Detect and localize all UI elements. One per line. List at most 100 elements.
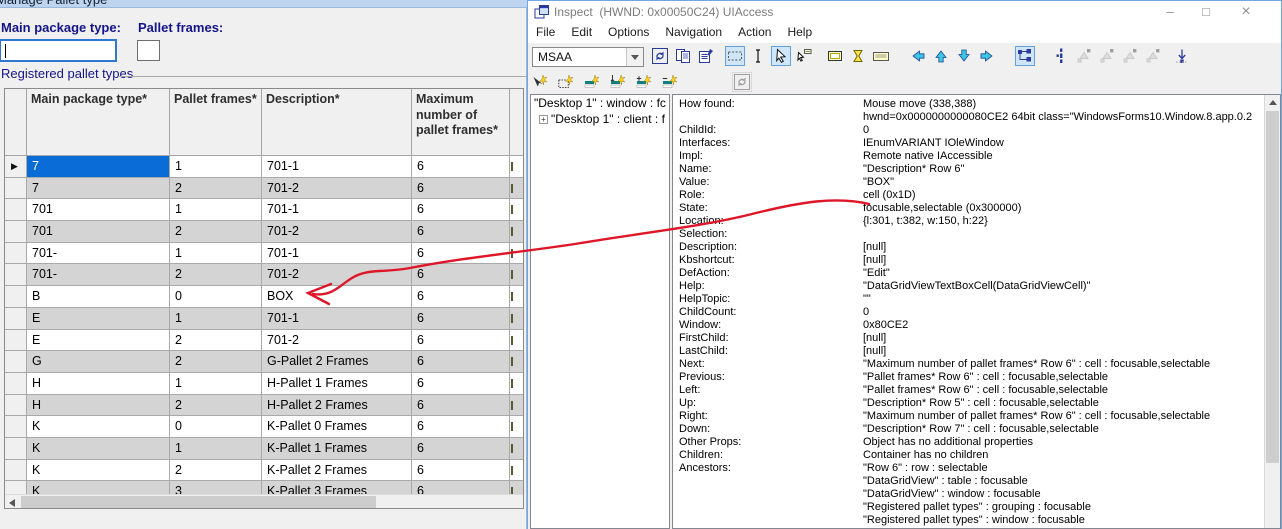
grid-cell[interactable]: 6	[412, 156, 510, 178]
grid-cell[interactable]: 1	[170, 242, 262, 265]
row-header[interactable]	[5, 394, 27, 417]
grid-horizontal-scrollbar[interactable]	[5, 494, 523, 508]
grid-column-header[interactable]: Main package type*	[27, 89, 170, 156]
pallet-frames-input[interactable]	[137, 40, 160, 61]
tree-view-icon[interactable]	[1015, 46, 1035, 66]
grid-cell[interactable]: 701-1	[262, 199, 412, 222]
scrollbar-thumb[interactable]	[21, 496, 376, 508]
menu-item-options[interactable]: Options	[600, 23, 657, 41]
tree-item[interactable]: + "Desktop 1" : client : f	[531, 111, 669, 127]
grid-cell[interactable]: 0	[170, 416, 262, 438]
grid-column-header[interactable]: Maximum number of pallet frames*	[412, 89, 510, 156]
properties-icon[interactable]	[696, 46, 716, 66]
grid-cell[interactable]: 1	[170, 437, 262, 460]
chevron-down-icon[interactable]	[626, 48, 643, 66]
window-rect-icon[interactable]	[825, 46, 845, 66]
grid-cell[interactable]: 6	[412, 459, 510, 482]
grid-cell[interactable]: G-Pallet 2 Frames	[262, 351, 412, 373]
grid-cell[interactable]: 701-2	[262, 264, 412, 287]
grid-cell[interactable]: 1	[170, 199, 262, 222]
menu-item-help[interactable]: Help	[779, 23, 820, 41]
row-header[interactable]	[5, 177, 27, 200]
nav-up-icon[interactable]	[931, 46, 951, 66]
grid-cell[interactable]: G	[27, 351, 170, 373]
grid-cell[interactable]: K	[27, 459, 170, 482]
row-header[interactable]	[5, 221, 27, 243]
watch-list-icon[interactable]	[608, 72, 628, 92]
row-header[interactable]	[5, 351, 27, 373]
grid-cell[interactable]: 6	[412, 329, 510, 352]
property-vertical-scrollbar[interactable]	[1264, 95, 1280, 528]
grid-cell[interactable]: E	[27, 329, 170, 352]
scroll-left-arrow-icon[interactable]	[9, 499, 15, 507]
row-header[interactable]	[5, 286, 27, 308]
grid-cell[interactable]: K-Pallet 1 Frames	[262, 437, 412, 460]
grid-cell[interactable]: 6	[412, 351, 510, 373]
watch-rect-icon[interactable]	[556, 72, 576, 92]
grid-cell[interactable]: 701-	[27, 264, 170, 287]
grid-cell[interactable]: 2	[170, 177, 262, 200]
grid-cell[interactable]: H-Pallet 1 Frames	[262, 372, 412, 395]
cursor-icon[interactable]	[771, 46, 791, 66]
inspect-titlebar[interactable]: Inspect (HWND: 0x00050C24) UIAccess – □ …	[528, 1, 1281, 23]
row-header[interactable]	[5, 199, 27, 222]
nav-right-icon[interactable]	[977, 46, 997, 66]
nav-down-icon[interactable]	[954, 46, 974, 66]
grid-cell[interactable]: 701-2	[262, 177, 412, 200]
menu-item-action[interactable]: Action	[730, 23, 779, 41]
grid-column-header[interactable]: Description*	[262, 89, 412, 156]
grid-cell[interactable]: 6	[412, 394, 510, 417]
grid-cell[interactable]: 1	[170, 156, 262, 178]
row-header[interactable]	[5, 372, 27, 395]
focus-caret-icon[interactable]	[1051, 46, 1071, 66]
grid-cell[interactable]: 701	[27, 221, 170, 243]
grid-cell[interactable]: K-Pallet 0 Frames	[262, 416, 412, 438]
row-header[interactable]	[5, 459, 27, 482]
mode-select[interactable]: MSAA	[532, 47, 644, 67]
tree-descend-icon[interactable]	[1172, 46, 1192, 66]
row-header[interactable]	[5, 437, 27, 460]
grid-cell[interactable]: E	[27, 307, 170, 330]
grid-column-header[interactable]: Pallet frames*	[170, 89, 262, 156]
grid-cell[interactable]: H	[27, 372, 170, 395]
scrollbar-thumb[interactable]	[1266, 111, 1279, 463]
grid-cell[interactable]: H	[27, 394, 170, 417]
grid-cell[interactable]: K	[27, 481, 170, 494]
grid-cell[interactable]: 2	[170, 329, 262, 352]
grid-cell[interactable]: 2	[170, 459, 262, 482]
row-header[interactable]: ▶	[5, 156, 27, 178]
grid-cell[interactable]: 6	[412, 307, 510, 330]
grid-cell[interactable]: 2	[170, 394, 262, 417]
hourglass-icon[interactable]	[848, 46, 868, 66]
row-header[interactable]	[5, 242, 27, 265]
grid-cell[interactable]: 6	[412, 286, 510, 308]
grid-cell[interactable]: 6	[412, 481, 510, 494]
menu-item-file[interactable]: File	[528, 23, 563, 41]
grid-cell[interactable]: 6	[412, 372, 510, 395]
grid-cell[interactable]: 701-2	[262, 221, 412, 243]
grid-cell[interactable]: H-Pallet 2 Frames	[262, 394, 412, 417]
grid-cell[interactable]: 6	[412, 199, 510, 222]
menu-item-navigation[interactable]: Navigation	[657, 23, 730, 41]
close-button[interactable]: ×	[1230, 1, 1262, 23]
grid-cell[interactable]: 6	[412, 416, 510, 438]
refresh-icon[interactable]	[650, 46, 670, 66]
grid-cell[interactable]: 1	[170, 307, 262, 330]
grid-cell[interactable]: 2	[170, 221, 262, 243]
grid-corner-header[interactable]	[5, 89, 27, 156]
grid-cell[interactable]: 6	[412, 437, 510, 460]
grid-cell[interactable]: K	[27, 416, 170, 438]
grid-cell[interactable]: 701-2	[262, 329, 412, 352]
grid-cell[interactable]: 701	[27, 199, 170, 222]
grid-cell[interactable]: K-Pallet 3 Frames	[262, 481, 412, 494]
nav-left-icon[interactable]	[908, 46, 928, 66]
grid-cell[interactable]: K-Pallet 2 Frames	[262, 459, 412, 482]
grid-cell[interactable]: 2	[170, 264, 262, 287]
grid-cell[interactable]: 0	[170, 286, 262, 308]
grid-cell[interactable]: 6	[412, 177, 510, 200]
grid-cell[interactable]: B	[27, 286, 170, 308]
keyboard-icon[interactable]	[871, 46, 891, 66]
menu-item-edit[interactable]: Edit	[563, 23, 600, 41]
grid-cell[interactable]: BOX	[262, 286, 412, 308]
grid-cell[interactable]: 7	[27, 156, 170, 178]
